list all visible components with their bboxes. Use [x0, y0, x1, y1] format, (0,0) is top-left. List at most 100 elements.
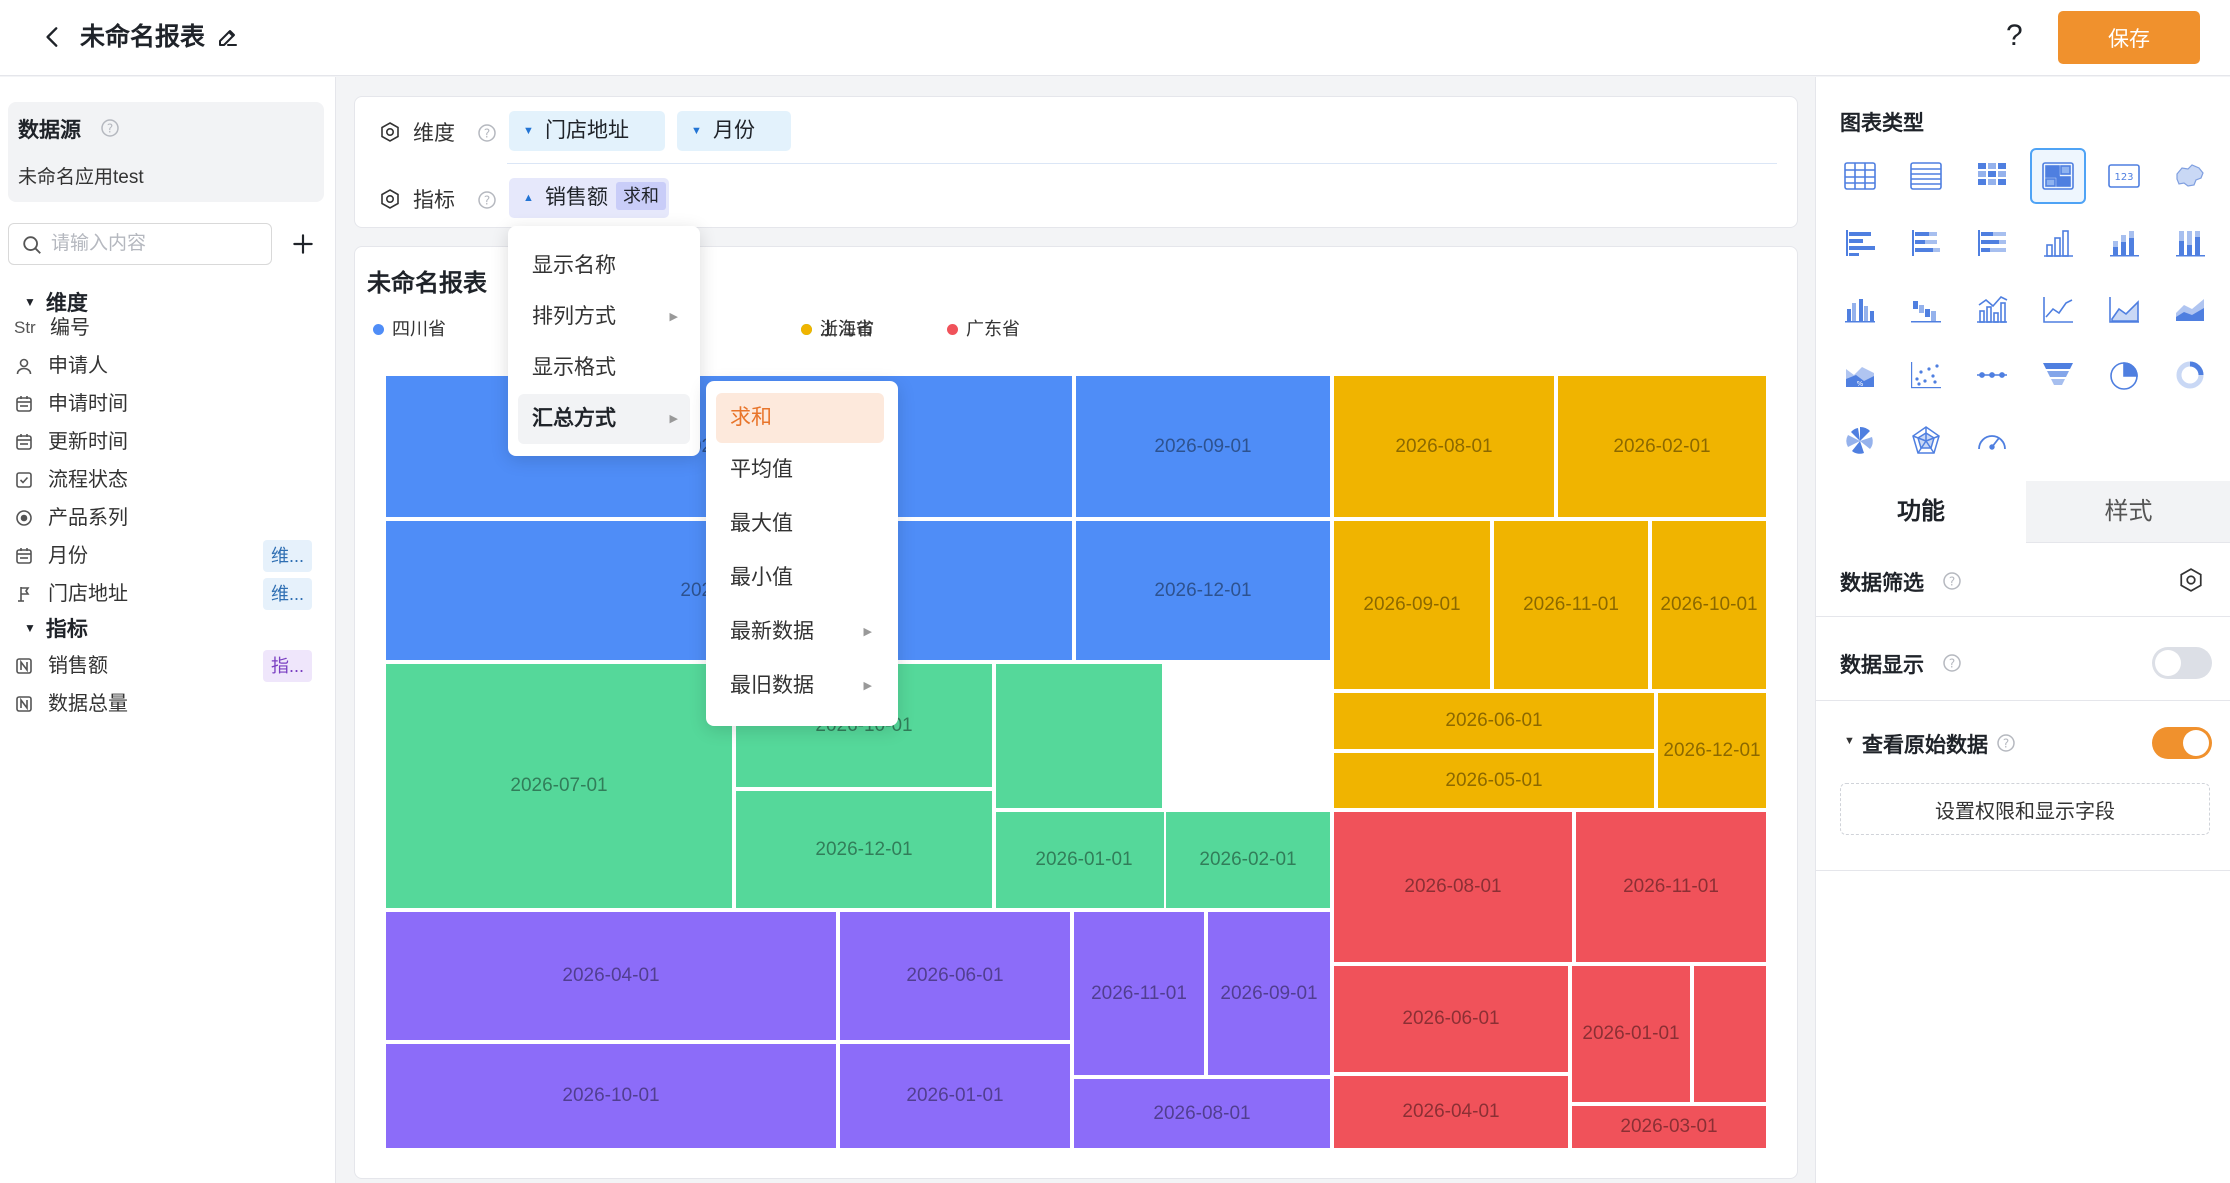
- treemap-cell[interactable]: 2026-01-01: [838, 1042, 1072, 1150]
- field-item[interactable]: 流程状态: [14, 462, 324, 498]
- dimension-chip-store-address[interactable]: ▼ 门店地址: [509, 111, 665, 151]
- treemap-cell[interactable]: 2026-01-01: [1570, 964, 1692, 1104]
- chart-type-percent-area-icon[interactable]: %: [1832, 347, 1888, 403]
- data-display-toggle[interactable]: [2152, 647, 2212, 679]
- treemap-cell[interactable]: 2026-06-01: [1332, 964, 1570, 1074]
- treemap-cell[interactable]: 2026-02-01: [1556, 374, 1768, 519]
- chart-type-pie-icon[interactable]: [2096, 347, 2152, 403]
- chart-type-waterfall-icon[interactable]: [1898, 281, 1954, 337]
- back-arrow-icon[interactable]: [40, 24, 66, 50]
- chart-type-kpi-icon[interactable]: 123: [2096, 148, 2152, 204]
- menu-item-min[interactable]: 最小值: [716, 553, 884, 603]
- legend-item[interactable]: 广东省: [947, 315, 1020, 339]
- treemap-cell[interactable]: 2026-06-01: [838, 910, 1072, 1042]
- chart-type-area-icon[interactable]: [2096, 281, 2152, 337]
- measure-group-header[interactable]: ▼ 指标: [24, 616, 88, 644]
- chart-type-dot-line-icon[interactable]: [1964, 347, 2020, 403]
- menu-item-sort[interactable]: 排列方式 ▶: [518, 292, 690, 342]
- chart-type-hbar-icon[interactable]: [1832, 215, 1888, 271]
- treemap-cell[interactable]: 2026-02-01: [1164, 810, 1332, 910]
- treemap-cell[interactable]: [1692, 964, 1768, 1104]
- chart-type-table-icon[interactable]: [1832, 148, 1888, 204]
- treemap-cell[interactable]: 2026-11-01: [1072, 910, 1206, 1077]
- treemap-cell[interactable]: 2026-03-01: [1570, 1104, 1768, 1150]
- chart-type-line-icon[interactable]: [2030, 281, 2086, 337]
- treemap-cell[interactable]: 2026-04-01: [384, 910, 838, 1042]
- field-item[interactable]: 更新时间: [14, 424, 324, 460]
- menu-item-latest[interactable]: 最新数据 ▶: [716, 607, 884, 657]
- treemap-cell[interactable]: 2026-06-01: [1332, 691, 1656, 751]
- treemap-cell[interactable]: 2026-12-01: [1656, 691, 1768, 810]
- field-item[interactable]: 申请人: [14, 348, 324, 384]
- collapse-triangle-icon[interactable]: ▼: [1844, 735, 1855, 747]
- treemap-cell[interactable]: 2026-08-01: [1332, 810, 1574, 964]
- chart-type-map-icon[interactable]: [2162, 148, 2218, 204]
- chart-type-grouped-column-icon[interactable]: [1832, 281, 1888, 337]
- legend-item[interactable]: 上海市: [801, 315, 874, 339]
- chart-type-percent-column-icon[interactable]: [2162, 215, 2218, 271]
- add-plus-icon[interactable]: [290, 231, 316, 257]
- tab-function[interactable]: 功能: [1816, 481, 2026, 543]
- menu-item-max[interactable]: 最大值: [716, 499, 884, 549]
- menu-item-oldest[interactable]: 最旧数据 ▶: [716, 661, 884, 711]
- treemap-cell[interactable]: 2026-10-01: [1650, 519, 1768, 691]
- help-circle-icon[interactable]: ?: [477, 123, 497, 143]
- menu-item-display-name[interactable]: 显示名称: [518, 241, 690, 291]
- field-item[interactable]: 销售额 指...: [14, 648, 324, 684]
- treemap-cell[interactable]: 2026-07-01: [384, 662, 734, 910]
- chart-type-percent-hbar-icon[interactable]: [1964, 215, 2020, 271]
- measure-chip-sales[interactable]: ▲ 销售额 求和: [509, 178, 669, 218]
- chart-type-rose-icon[interactable]: [1832, 413, 1888, 469]
- chart-type-gauge-icon[interactable]: [1964, 413, 2020, 469]
- legend-item[interactable]: 四川省: [373, 315, 446, 339]
- field-item[interactable]: 数据总量: [14, 686, 324, 722]
- help-circle-icon[interactable]: ?: [100, 118, 120, 138]
- help-icon[interactable]: ?: [2006, 18, 2023, 54]
- menu-item-average[interactable]: 平均值: [716, 445, 884, 495]
- treemap-cell[interactable]: 2026-08-01: [1332, 374, 1556, 519]
- field-search-box[interactable]: [8, 223, 272, 265]
- chart-type-radar-icon[interactable]: [1898, 413, 1954, 469]
- menu-item-aggregation[interactable]: 汇总方式 ▶: [518, 394, 690, 444]
- help-circle-icon[interactable]: ?: [1942, 653, 1962, 673]
- field-item[interactable]: 月份 维...: [14, 538, 324, 574]
- chart-type-stacked-column-icon[interactable]: [2096, 215, 2152, 271]
- treemap-cell[interactable]: [994, 662, 1164, 810]
- field-item[interactable]: 申请时间: [14, 386, 324, 422]
- field-item[interactable]: Str 编号: [14, 310, 324, 346]
- edit-pencil-icon[interactable]: [216, 25, 240, 49]
- treemap-cell[interactable]: 2026-09-01: [1206, 910, 1332, 1077]
- chart-type-donut-icon[interactable]: [2162, 347, 2218, 403]
- help-circle-icon[interactable]: ?: [1996, 733, 2016, 753]
- dimension-chip-month[interactable]: ▼ 月份: [677, 111, 791, 151]
- treemap-cell[interactable]: 2026-10-01: [384, 1042, 838, 1150]
- treemap-cell[interactable]: 2026-09-01: [1332, 519, 1492, 691]
- field-item[interactable]: 门店地址 维...: [14, 576, 324, 612]
- set-permissions-button[interactable]: 设置权限和显示字段: [1840, 783, 2210, 835]
- treemap-cell[interactable]: 2026-01-01: [994, 810, 1174, 910]
- datasource-name[interactable]: 未命名应用test: [18, 162, 144, 189]
- field-item[interactable]: 产品系列: [14, 500, 324, 536]
- chart-type-pivot-icon[interactable]: [1964, 148, 2020, 204]
- chart-type-stacked-hbar-icon[interactable]: [1898, 215, 1954, 271]
- treemap-cell[interactable]: 2026-12-01: [1074, 519, 1332, 662]
- view-raw-data-toggle[interactable]: [2152, 727, 2212, 759]
- treemap-cell[interactable]: 2026-08-01: [1072, 1077, 1332, 1150]
- treemap-cell[interactable]: 2026-11-01: [1574, 810, 1768, 964]
- chart-type-treemap-icon[interactable]: [2030, 148, 2086, 204]
- treemap-cell[interactable]: 2026-05-01: [1332, 751, 1656, 810]
- help-circle-icon[interactable]: ?: [1942, 571, 1962, 591]
- chart-type-stacked-area-icon[interactable]: [2162, 281, 2218, 337]
- treemap-cell[interactable]: 2026-04-01: [1332, 1074, 1570, 1150]
- chart-type-list-icon[interactable]: [1898, 148, 1954, 204]
- chart-type-scatter-icon[interactable]: [1898, 347, 1954, 403]
- field-search-input[interactable]: [51, 230, 261, 258]
- filter-settings-icon[interactable]: [2178, 567, 2204, 593]
- treemap-cell[interactable]: 2026-11-01: [1492, 519, 1650, 691]
- chart-type-funnel-icon[interactable]: [2030, 347, 2086, 403]
- save-button[interactable]: 保存: [2058, 11, 2200, 64]
- menu-item-display-format[interactable]: 显示格式: [518, 343, 690, 393]
- chart-type-column-icon[interactable]: [2030, 215, 2086, 271]
- treemap-cell[interactable]: 2026-09-01: [1074, 374, 1332, 519]
- tab-style[interactable]: 样式: [2026, 481, 2230, 543]
